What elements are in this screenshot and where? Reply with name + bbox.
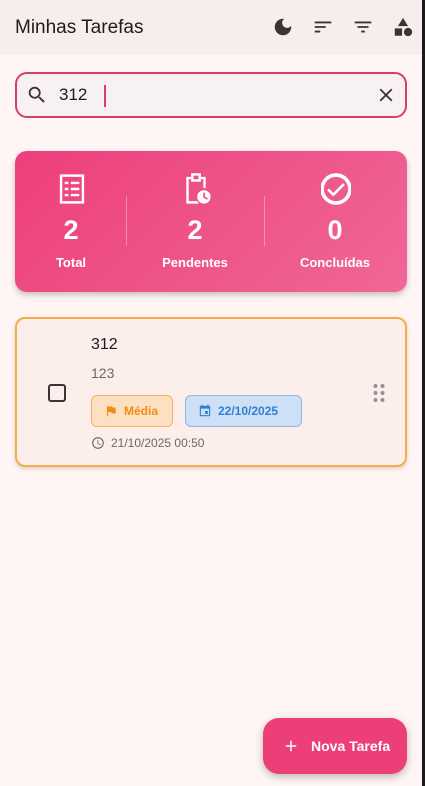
new-task-label: Nova Tarefa [311, 738, 391, 754]
task-checkbox[interactable] [48, 384, 66, 402]
stat-pending-label: Pendentes [162, 255, 228, 270]
search-icon [26, 84, 48, 106]
priority-label: Média [124, 404, 159, 418]
text-cursor [104, 85, 106, 107]
search-field[interactable] [15, 72, 407, 118]
sort-button[interactable] [309, 13, 337, 41]
priority-chip: Média [91, 395, 173, 427]
stat-total-label: Total [55, 255, 87, 270]
stat-done: 0 Concluídas [280, 151, 390, 292]
stats-card: 2 Total 2 Pendentes 0 Concluídas [15, 151, 407, 292]
dark-mode-button[interactable] [269, 13, 297, 41]
close-icon [379, 88, 393, 102]
drag-indicator-icon [373, 384, 385, 402]
stat-total: 2 Total [16, 151, 126, 292]
stat-done-label: Concluídas [299, 255, 371, 270]
due-date-chip: 22/10/2025 [185, 395, 302, 427]
stat-pending-value: 2 [187, 215, 203, 245]
add-icon [285, 740, 297, 752]
due-date-label: 22/10/2025 [218, 404, 279, 418]
dark-mode-icon [274, 18, 292, 36]
stat-done-value: 0 [327, 215, 343, 245]
task-description: 123 [91, 365, 115, 381]
calendar-icon [199, 404, 211, 417]
stat-divider [264, 196, 265, 246]
list-icon [57, 172, 87, 206]
flag-icon [106, 406, 116, 417]
task-created-label: 21/10/2025 00:50 [111, 436, 205, 450]
check-circle-icon [320, 172, 352, 206]
stat-divider [126, 196, 127, 246]
sort-icon [314, 21, 332, 33]
filter-icon [354, 21, 372, 33]
stat-total-value: 2 [63, 215, 79, 245]
clear-search-button[interactable] [375, 84, 397, 106]
task-title: 312 [91, 336, 118, 353]
pending-clipboard-icon [181, 172, 211, 206]
new-task-button[interactable]: Nova Tarefa [263, 718, 407, 774]
app-bar: Minhas Tarefas [0, 0, 422, 55]
stat-pending: 2 Pendentes [140, 151, 250, 292]
category-button[interactable] [389, 13, 417, 41]
task-card[interactable]: 312 123 Média 22/10/2025 21/10/2025 00:5… [15, 317, 407, 467]
filter-button[interactable] [349, 13, 377, 41]
clock-icon [92, 437, 104, 449]
task-created-at: 21/10/2025 00:50 [91, 436, 204, 450]
drag-handle[interactable] [372, 383, 386, 403]
category-icon [394, 17, 413, 37]
app-title: Minhas Tarefas [15, 17, 144, 38]
